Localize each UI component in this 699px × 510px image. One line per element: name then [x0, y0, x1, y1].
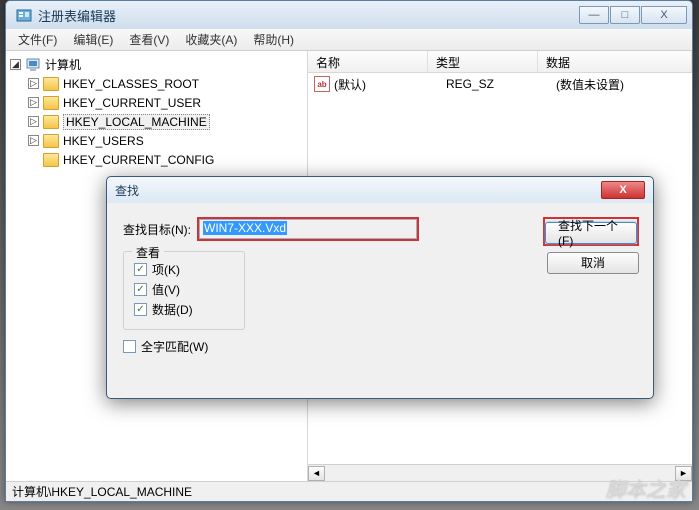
scroll-left-icon[interactable]: ◄ — [308, 466, 325, 481]
folder-icon — [43, 77, 59, 91]
dialog-close-button[interactable]: X — [601, 181, 645, 199]
checkbox-values[interactable]: ✓ — [134, 283, 147, 296]
tree-root[interactable]: ◢ 计算机 — [8, 55, 305, 74]
checkbox-data-label: 数据(D) — [152, 301, 193, 318]
folder-icon — [43, 96, 59, 110]
watermark: 脚本之家 — [605, 473, 685, 502]
string-value-icon: ab — [314, 76, 330, 92]
col-name[interactable]: 名称 — [308, 51, 428, 72]
menu-edit[interactable]: 编辑(E) — [65, 29, 121, 50]
expand-icon[interactable]: ▷ — [28, 78, 39, 89]
statusbar: 计算机\HKEY_LOCAL_MACHINE — [6, 481, 692, 501]
group-title: 查看 — [132, 244, 164, 261]
tree-root-label: 计算机 — [45, 56, 81, 73]
tree-item[interactable]: ▷ HKEY_CURRENT_USER — [26, 93, 305, 112]
folder-icon — [43, 115, 59, 129]
dialog-title: 查找 — [115, 182, 601, 199]
menu-view[interactable]: 查看(V) — [121, 29, 177, 50]
menu-help[interactable]: 帮助(H) — [245, 29, 302, 50]
tree-label: HKEY_USERS — [63, 134, 144, 148]
highlight-box: WIN7-XXX.Vxd — [197, 217, 419, 241]
checkbox-keys-label: 项(K) — [152, 261, 180, 278]
maximize-button[interactable]: □ — [610, 6, 640, 24]
checkbox-data[interactable]: ✓ — [134, 303, 147, 316]
cancel-button[interactable]: 取消 — [547, 252, 639, 274]
highlight-box: 查找下一个(F) — [543, 217, 639, 246]
collapse-icon[interactable]: ◢ — [10, 59, 21, 70]
minimize-button[interactable]: — — [579, 6, 609, 24]
tree-item[interactable]: ▷ HKEY_CLASSES_ROOT — [26, 74, 305, 93]
tree-item-selected[interactable]: ▷ HKEY_LOCAL_MACHINE — [26, 112, 305, 131]
computer-icon — [25, 57, 41, 73]
expand-icon[interactable]: ▷ — [28, 97, 39, 108]
menu-file[interactable]: 文件(F) — [10, 29, 65, 50]
value-name: (默认) — [334, 76, 446, 93]
checkbox-whole-word[interactable] — [123, 340, 136, 353]
menu-favorites[interactable]: 收藏夹(A) — [177, 29, 245, 50]
window-title: 注册表编辑器 — [38, 6, 579, 25]
regedit-icon — [16, 7, 32, 23]
find-target-label: 查找目标(N): — [123, 221, 191, 238]
checkbox-values-label: 值(V) — [152, 281, 180, 298]
tree-label: HKEY_CLASSES_ROOT — [63, 77, 199, 91]
find-next-button[interactable]: 查找下一个(F) — [545, 222, 637, 244]
expand-icon[interactable]: ▷ — [28, 116, 39, 127]
value-type: REG_SZ — [446, 77, 556, 91]
menubar: 文件(F) 编辑(E) 查看(V) 收藏夹(A) 帮助(H) — [6, 29, 692, 51]
status-path: 计算机\HKEY_LOCAL_MACHINE — [12, 483, 192, 500]
tree-label: HKEY_CURRENT_USER — [63, 96, 201, 110]
tree-label: HKEY_LOCAL_MACHINE — [63, 114, 210, 130]
close-button[interactable]: X — [641, 6, 687, 24]
list-header: 名称 类型 数据 — [308, 51, 692, 73]
col-data[interactable]: 数据 — [538, 51, 692, 72]
dialog-titlebar[interactable]: 查找 X — [107, 177, 653, 203]
tree-item[interactable]: HKEY_CURRENT_CONFIG — [26, 150, 305, 169]
checkbox-whole-word-label: 全字匹配(W) — [141, 338, 208, 355]
look-at-group: 查看 ✓项(K) ✓值(V) ✓数据(D) — [123, 251, 245, 330]
tree-item[interactable]: ▷ HKEY_USERS — [26, 131, 305, 150]
expand-icon[interactable]: ▷ — [28, 135, 39, 146]
find-target-input[interactable]: WIN7-XXX.Vxd — [199, 219, 417, 239]
tree-label: HKEY_CURRENT_CONFIG — [63, 153, 214, 167]
folder-icon — [43, 134, 59, 148]
value-data: (数值未设置) — [556, 76, 624, 93]
find-dialog: 查找 X 查找目标(N): WIN7-XXX.Vxd 查看 ✓ 项(K) ✓ 值(V… — [106, 176, 654, 399]
checkbox-keys[interactable]: ✓ — [134, 263, 147, 276]
titlebar[interactable]: 注册表编辑器 — □ X — [6, 1, 692, 29]
col-type[interactable]: 类型 — [428, 51, 538, 72]
list-row[interactable]: ab (默认) REG_SZ (数值未设置) — [310, 75, 690, 93]
folder-icon — [43, 153, 59, 167]
